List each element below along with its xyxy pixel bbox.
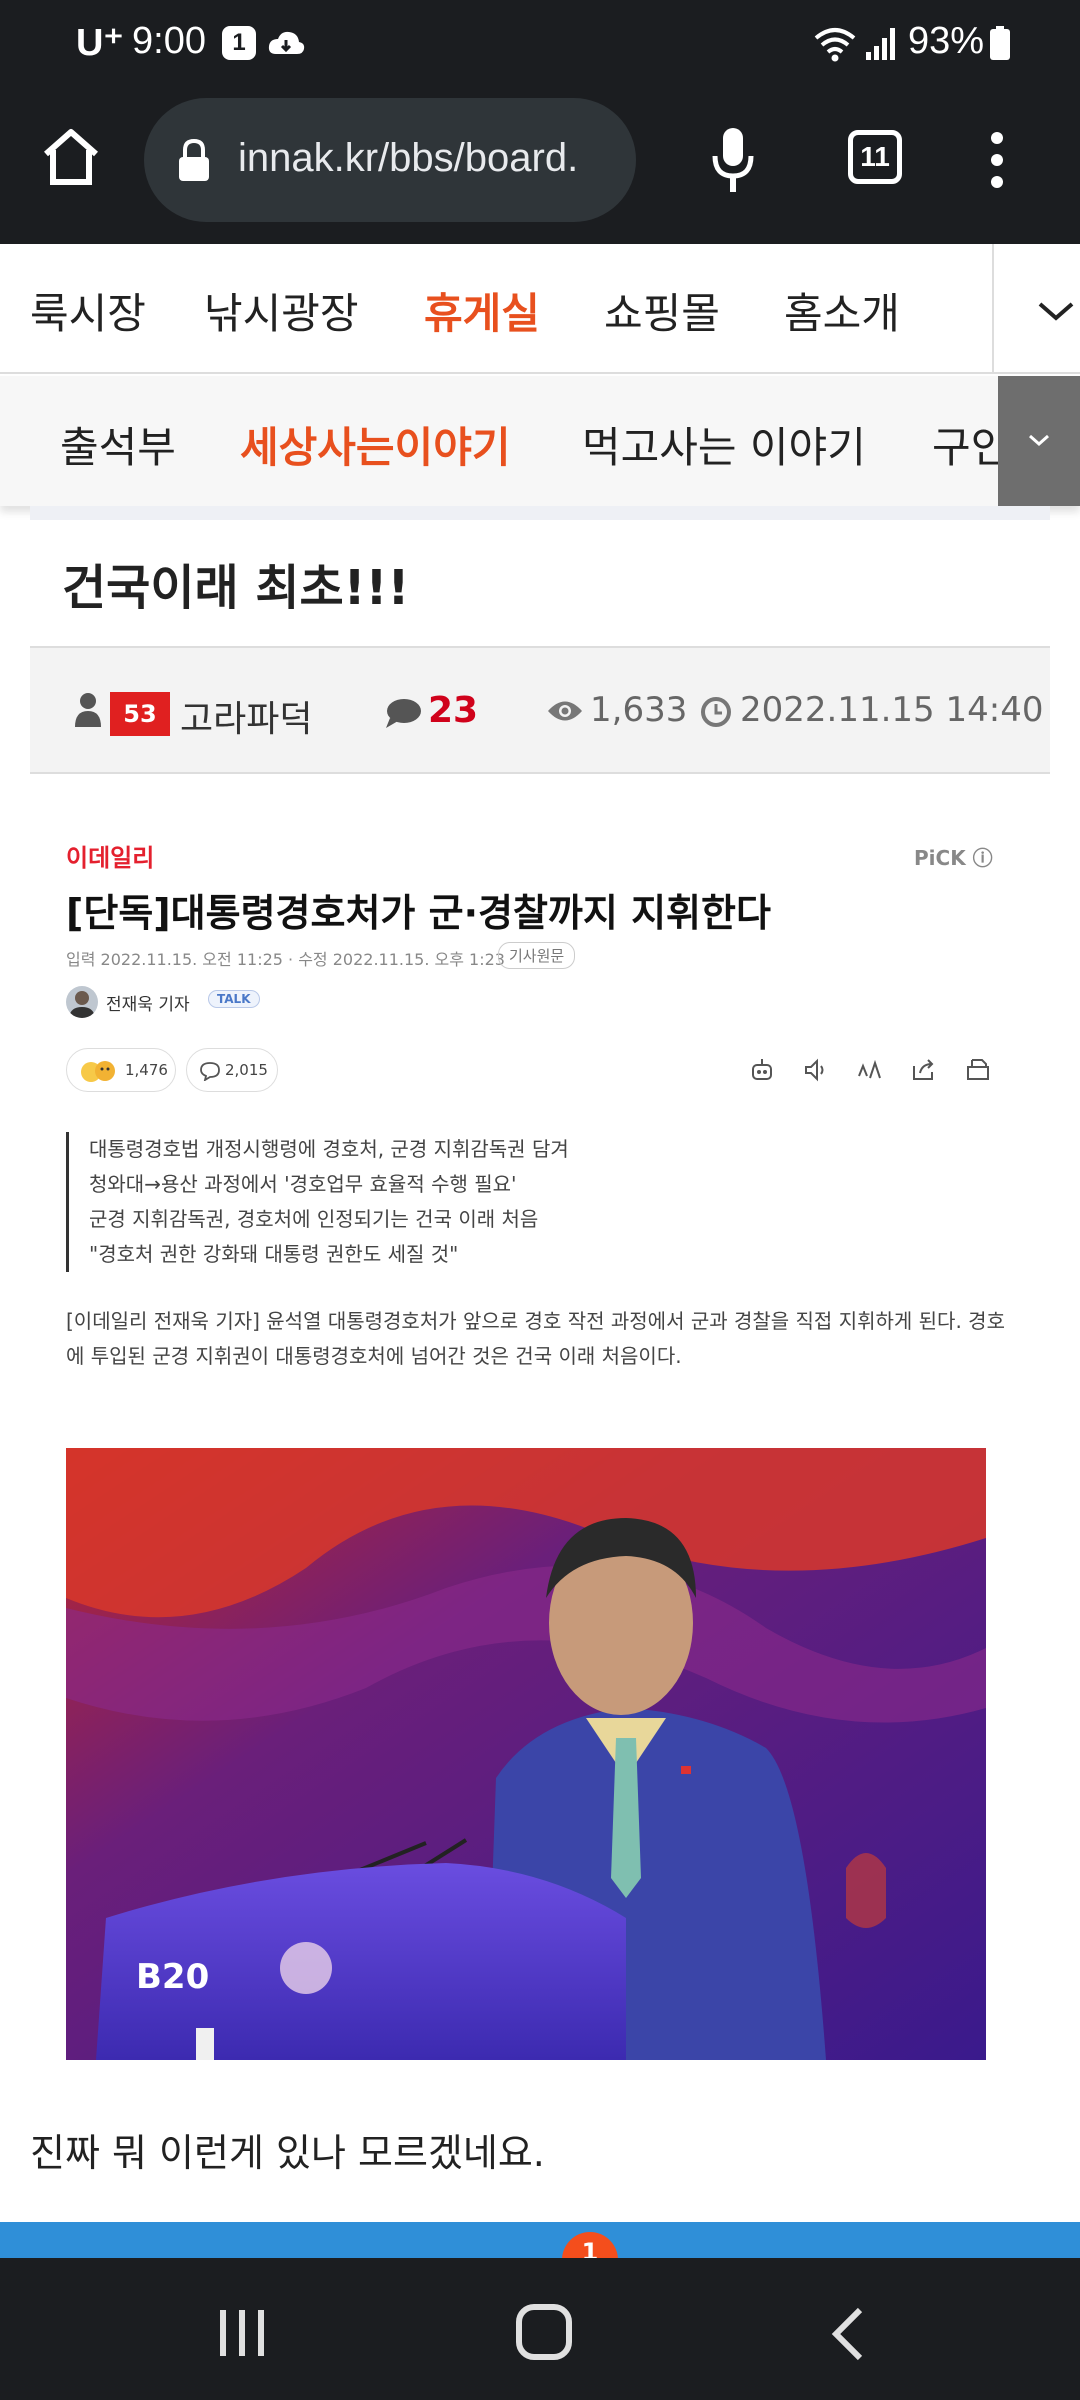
lock-icon	[179, 138, 209, 181]
main-nav: 룩시장 낚시광장 휴게실 쇼핑몰 홈소개	[0, 244, 1080, 374]
notification-count-icon: 1	[222, 26, 256, 60]
summary-line: "경호처 권한 강화돼 대통령 권한도 세질 것"	[89, 1242, 459, 1266]
news-comment-count: 2,015	[225, 1061, 268, 1079]
battery-icon	[990, 26, 1010, 60]
news-tools	[748, 1056, 1028, 1086]
post-meta: 53 고라파덕 23 1,633 2022.11.15 14:40	[30, 646, 1050, 774]
reaction-button: 1,476	[66, 1048, 176, 1092]
view-count: 1,633	[590, 690, 688, 730]
news-summary: 대통령경호법 개정시행령에 경호처, 군경 지휘감독권 담겨 청와대→용산 과정…	[66, 1132, 686, 1272]
signal-icon	[866, 28, 895, 60]
microphone-icon[interactable]	[708, 126, 758, 196]
eye-icon	[548, 701, 582, 721]
chevron-down-icon	[1029, 434, 1049, 447]
status-bar: U⁺ 9:00 1 93%	[0, 0, 1080, 86]
news-brand-logo: 이데일리	[66, 844, 155, 872]
user-icon	[75, 693, 101, 727]
post-datetime: 2022.11.15 14:40	[740, 690, 1044, 730]
browser-toolbar: innak.kr/bbs/board. 11	[0, 86, 1080, 244]
news-lead-paragraph: [이데일리 전재욱 기자] 윤석열 대통령경호처가 앞으로 경호 작전 과정에서…	[66, 1309, 1005, 1368]
subnav-item-living-stories[interactable]: 먹고사는 이야기	[582, 414, 866, 475]
podium-b20-text: B20	[136, 1957, 209, 1997]
speaker-at-podium-photo: B20	[66, 1448, 986, 2060]
url-text: innak.kr/bbs/board.	[238, 136, 579, 180]
reporter-name: 전재욱 기자	[106, 995, 190, 1015]
news-dateline: 입력 2022.11.15. 오전 11:25 · 수정 2022.11.15.…	[66, 950, 505, 969]
subnav-expand-button[interactable]	[998, 376, 1080, 506]
nav-divider	[992, 244, 994, 374]
battery-percent: 93%	[908, 20, 985, 62]
title-strip	[30, 506, 1050, 520]
cloud-sync-icon	[268, 31, 305, 54]
nav-item-shop[interactable]: 쇼핑몰	[604, 280, 720, 341]
summary-line: 청와대→용산 과정에서 '경호업무 효율적 수행 필요'	[89, 1172, 517, 1196]
summary-line: 대통령경호법 개정시행령에 경호처, 군경 지휘감독권 담겨	[89, 1137, 569, 1161]
nav-item-lounge[interactable]: 휴게실	[424, 280, 540, 341]
more-options-icon[interactable]	[990, 130, 1004, 190]
original-article-button: 기사원문	[498, 942, 576, 969]
robot-icon	[752, 1059, 772, 1080]
post-title: 건국이래 최초!!!	[62, 560, 410, 616]
status-time: 9:00	[132, 20, 206, 62]
post-body-text: 진짜 뭐 이런게 있나 모르겠네요.	[30, 2131, 545, 2175]
emoji-reaction-icon	[81, 1061, 115, 1082]
print-icon	[967, 1059, 989, 1080]
nav-item-market[interactable]: 룩시장	[30, 280, 146, 341]
subnav-item-world-stories[interactable]: 세상사는이야기	[240, 414, 510, 475]
sub-nav: 출석부 세상사는이야기 먹고사는 이야기 구인	[0, 376, 1080, 506]
news-comment-button: 2,015	[186, 1048, 278, 1092]
talk-badge: TALK	[208, 990, 260, 1008]
address-bar[interactable]: innak.kr/bbs/board.	[144, 98, 636, 222]
clock-icon	[701, 697, 731, 727]
comment-icon	[386, 699, 421, 728]
font-size-icon	[858, 1059, 881, 1079]
comment-bubble-icon	[200, 1062, 220, 1081]
bottom-action-bar[interactable]	[0, 2222, 1080, 2258]
wifi-icon	[814, 28, 856, 62]
user-level-badge: 53	[110, 692, 170, 736]
summary-line: 군경 지휘감독권, 경호처에 인정되기는 건국 이래 처음	[89, 1207, 539, 1231]
carrier-label: U⁺	[76, 22, 124, 64]
author-nickname[interactable]: 고라파덕	[180, 690, 312, 742]
recent-apps-icon[interactable]	[214, 2308, 270, 2358]
nav-item-fishing-plaza[interactable]: 낚시광장	[204, 280, 359, 341]
news-photo: B20	[66, 1448, 986, 2060]
share-icon	[913, 1059, 934, 1080]
home-icon[interactable]	[38, 124, 104, 190]
home-button[interactable]	[516, 2304, 572, 2360]
speaker-icon	[805, 1058, 824, 1082]
news-headline: [단독]대통령경호처가 군·경찰까지 지휘한다	[66, 891, 771, 935]
nav-item-home-intro[interactable]: 홈소개	[784, 280, 900, 341]
reaction-count: 1,476	[125, 1061, 168, 1079]
back-icon[interactable]	[828, 2304, 868, 2364]
embedded-news-image: 이데일리 PiCK ⓘ [단독]대통령경호처가 군·경찰까지 지휘한다 입력 2…	[40, 820, 1040, 2080]
pick-label: PiCK ⓘ	[914, 846, 993, 870]
reporter-avatar	[66, 986, 98, 1018]
system-nav-bar	[0, 2258, 1080, 2400]
tab-switcher-button[interactable]: 11	[848, 130, 902, 184]
comment-count[interactable]: 23	[428, 690, 478, 731]
subnav-item-attendance[interactable]: 출석부	[60, 414, 176, 475]
chevron-down-icon[interactable]	[1036, 298, 1076, 324]
